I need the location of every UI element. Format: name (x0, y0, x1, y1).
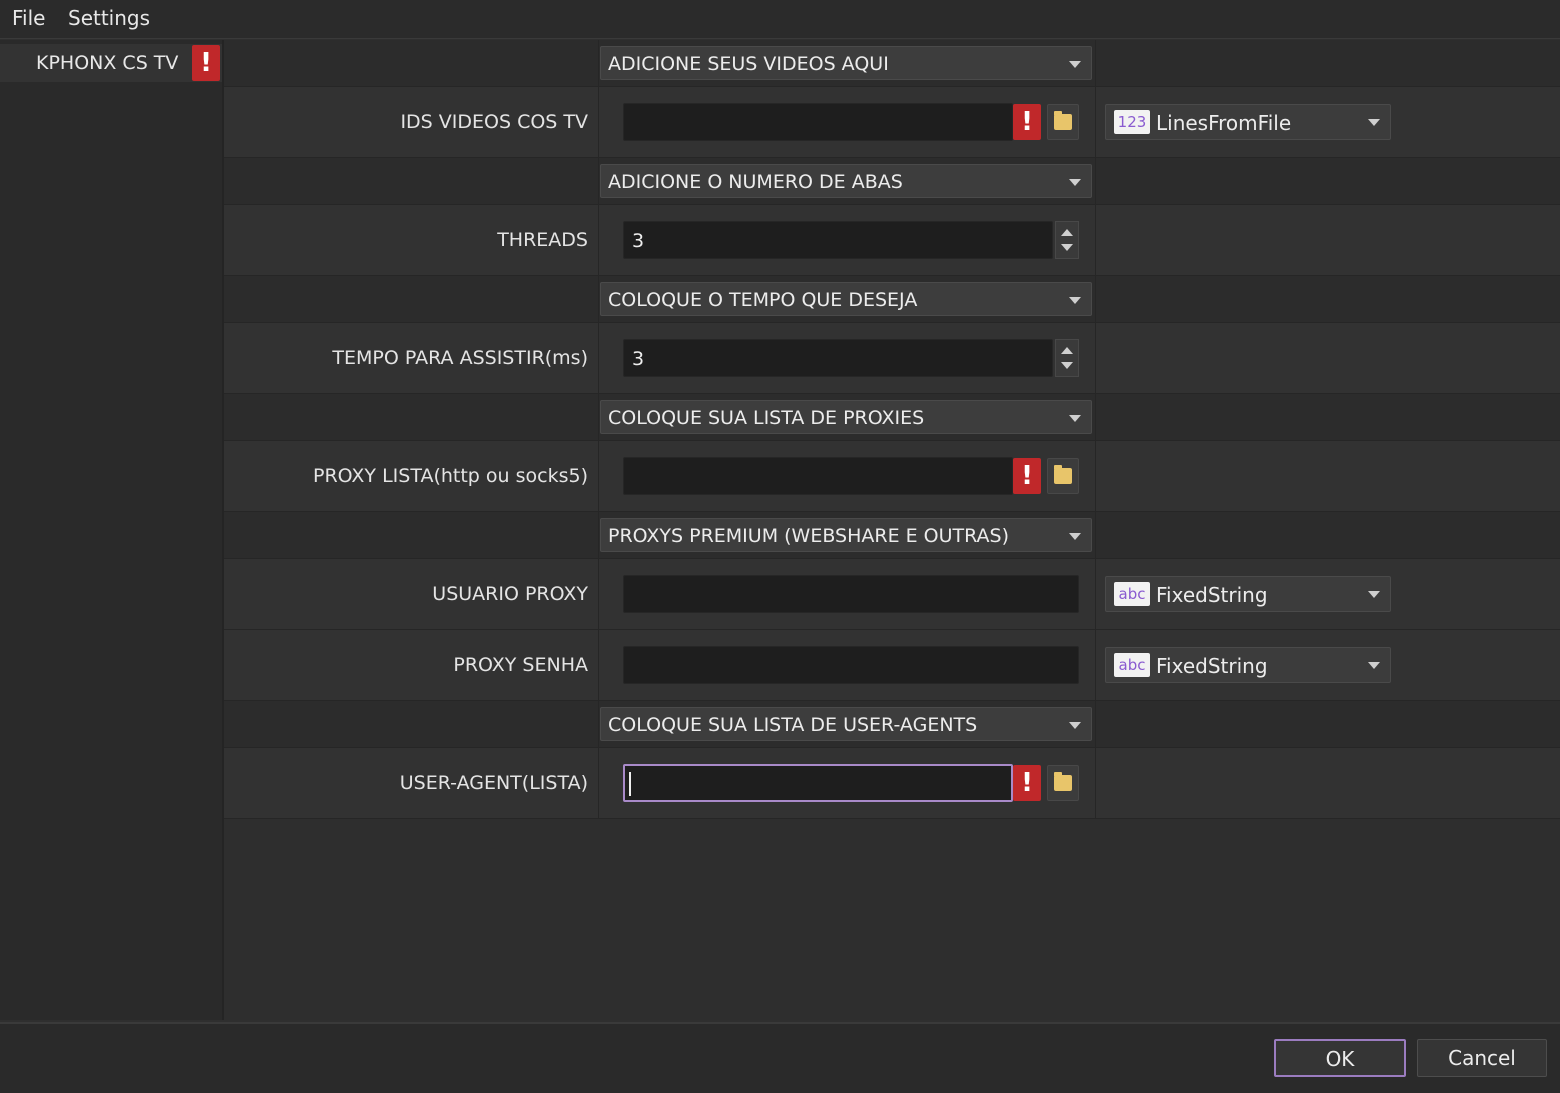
field-row-proxy-lista: PROXY LISTA(http ou socks5) ! (224, 441, 1560, 512)
error-icon: ! (1013, 104, 1041, 140)
value-type-label: FixedString (1156, 654, 1268, 678)
section-dropdown-tempo[interactable]: COLOQUE O TEMPO QUE DESEJA (600, 282, 1092, 316)
browse-file-button[interactable] (1047, 104, 1079, 140)
field-row-proxy-senha: PROXY SENHA abc FixedString (224, 630, 1560, 701)
field-label-usuario-proxy: USUARIO PROXY (432, 583, 588, 605)
spin-down-icon[interactable] (1061, 244, 1073, 251)
section-header-tempo: COLOQUE O TEMPO QUE DESEJA (224, 276, 1560, 323)
cancel-button[interactable]: Cancel (1417, 1039, 1547, 1077)
tempo-spinner[interactable] (1055, 339, 1079, 377)
chevron-down-icon (1069, 179, 1081, 186)
spin-down-icon[interactable] (1061, 362, 1073, 369)
section-dropdown-label: COLOQUE SUA LISTA DE USER-AGENTS (608, 714, 978, 736)
menu-settings[interactable]: Settings (68, 6, 150, 30)
chevron-down-icon (1069, 61, 1081, 68)
sidebar-item-label: KPHONX CS TV (36, 52, 179, 74)
string-type-icon: abc (1114, 582, 1150, 606)
chevron-down-icon (1368, 119, 1380, 126)
value-type-label: LinesFromFile (1156, 111, 1292, 135)
field-label-proxy-senha: PROXY SENHA (453, 654, 588, 676)
section-dropdown-videos[interactable]: ADICIONE SEUS VIDEOS AQUI (600, 46, 1092, 80)
sidebar: KPHONX CS TV ! (0, 40, 224, 1020)
field-row-tempo: TEMPO PARA ASSISTIR(ms) 3 (224, 323, 1560, 394)
section-dropdown-label: COLOQUE SUA LISTA DE PROXIES (608, 407, 925, 429)
proxy-lista-input[interactable] (623, 457, 1013, 495)
ids-videos-input[interactable] (623, 103, 1013, 141)
proxy-senha-input[interactable] (623, 646, 1079, 684)
text-caret (629, 772, 631, 796)
chevron-down-icon (1069, 533, 1081, 540)
threads-spinner[interactable] (1055, 221, 1079, 259)
field-label-user-agent: USER-AGENT(LISTA) (399, 772, 588, 794)
field-label-ids-videos: IDS VIDEOS COS TV (400, 111, 588, 133)
user-agent-input[interactable] (623, 764, 1013, 802)
section-header-videos: ADICIONE SEUS VIDEOS AQUI (224, 40, 1560, 87)
menu-file[interactable]: File (12, 6, 45, 30)
chevron-down-icon (1069, 297, 1081, 304)
section-dropdown-label: COLOQUE O TEMPO QUE DESEJA (608, 289, 918, 311)
section-dropdown-label: ADICIONE SEUS VIDEOS AQUI (608, 53, 889, 75)
section-dropdown-premium[interactable]: PROXYS PREMIUM (WEBSHARE E OUTRAS) (600, 518, 1092, 552)
section-dropdown-label: ADICIONE O NUMERO DE ABAS (608, 171, 903, 193)
field-row-user-agent: USER-AGENT(LISTA) ! (224, 748, 1560, 819)
threads-input[interactable]: 3 (623, 221, 1053, 259)
field-row-ids-videos: IDS VIDEOS COS TV ! 123 LinesFromFile (224, 87, 1560, 158)
error-icon: ! (1013, 458, 1041, 494)
field-row-usuario-proxy: USUARIO PROXY abc FixedString (224, 559, 1560, 630)
browse-file-button[interactable] (1047, 765, 1079, 801)
chevron-down-icon (1069, 415, 1081, 422)
value-type-label: FixedString (1156, 583, 1268, 607)
sidebar-item-kphonx-cs-tv[interactable]: KPHONX CS TV ! (0, 44, 222, 82)
settings-grid: ADICIONE SEUS VIDEOS AQUI IDS VIDEOS COS… (224, 40, 1560, 1020)
value-type-dropdown-ids-videos[interactable]: 123 LinesFromFile (1105, 104, 1391, 140)
folder-icon (1054, 772, 1072, 791)
section-header-user-agents: COLOQUE SUA LISTA DE USER-AGENTS (224, 701, 1560, 748)
chevron-down-icon (1368, 662, 1380, 669)
section-header-proxies: COLOQUE SUA LISTA DE PROXIES (224, 394, 1560, 441)
chevron-down-icon (1368, 591, 1380, 598)
folder-icon (1054, 465, 1072, 484)
value-type-dropdown-usuario-proxy[interactable]: abc FixedString (1105, 576, 1391, 612)
spin-up-icon[interactable] (1061, 229, 1073, 236)
section-dropdown-proxies[interactable]: COLOQUE SUA LISTA DE PROXIES (600, 400, 1092, 434)
menu-bar: File Settings (0, 0, 1560, 39)
section-header-premium: PROXYS PREMIUM (WEBSHARE E OUTRAS) (224, 512, 1560, 559)
spin-up-icon[interactable] (1061, 347, 1073, 354)
error-icon: ! (192, 45, 220, 81)
section-header-abas: ADICIONE O NUMERO DE ABAS (224, 158, 1560, 205)
browse-file-button[interactable] (1047, 458, 1079, 494)
number-type-icon: 123 (1114, 110, 1150, 134)
tempo-input[interactable]: 3 (623, 339, 1053, 377)
section-dropdown-abas[interactable]: ADICIONE O NUMERO DE ABAS (600, 164, 1092, 198)
usuario-proxy-input[interactable] (623, 575, 1079, 613)
dialog-footer: OK Cancel (0, 1022, 1560, 1093)
value-type-dropdown-proxy-senha[interactable]: abc FixedString (1105, 647, 1391, 683)
field-row-threads: THREADS 3 (224, 205, 1560, 276)
field-label-tempo: TEMPO PARA ASSISTIR(ms) (332, 347, 588, 369)
error-icon: ! (1013, 765, 1041, 801)
section-dropdown-label: PROXYS PREMIUM (WEBSHARE E OUTRAS) (608, 525, 1010, 547)
ok-button[interactable]: OK (1274, 1039, 1406, 1077)
field-label-proxy-lista: PROXY LISTA(http ou socks5) (313, 465, 588, 487)
folder-icon (1054, 111, 1072, 130)
string-type-icon: abc (1114, 653, 1150, 677)
section-dropdown-user-agents[interactable]: COLOQUE SUA LISTA DE USER-AGENTS (600, 707, 1092, 741)
field-label-threads: THREADS (497, 229, 588, 251)
chevron-down-icon (1069, 722, 1081, 729)
